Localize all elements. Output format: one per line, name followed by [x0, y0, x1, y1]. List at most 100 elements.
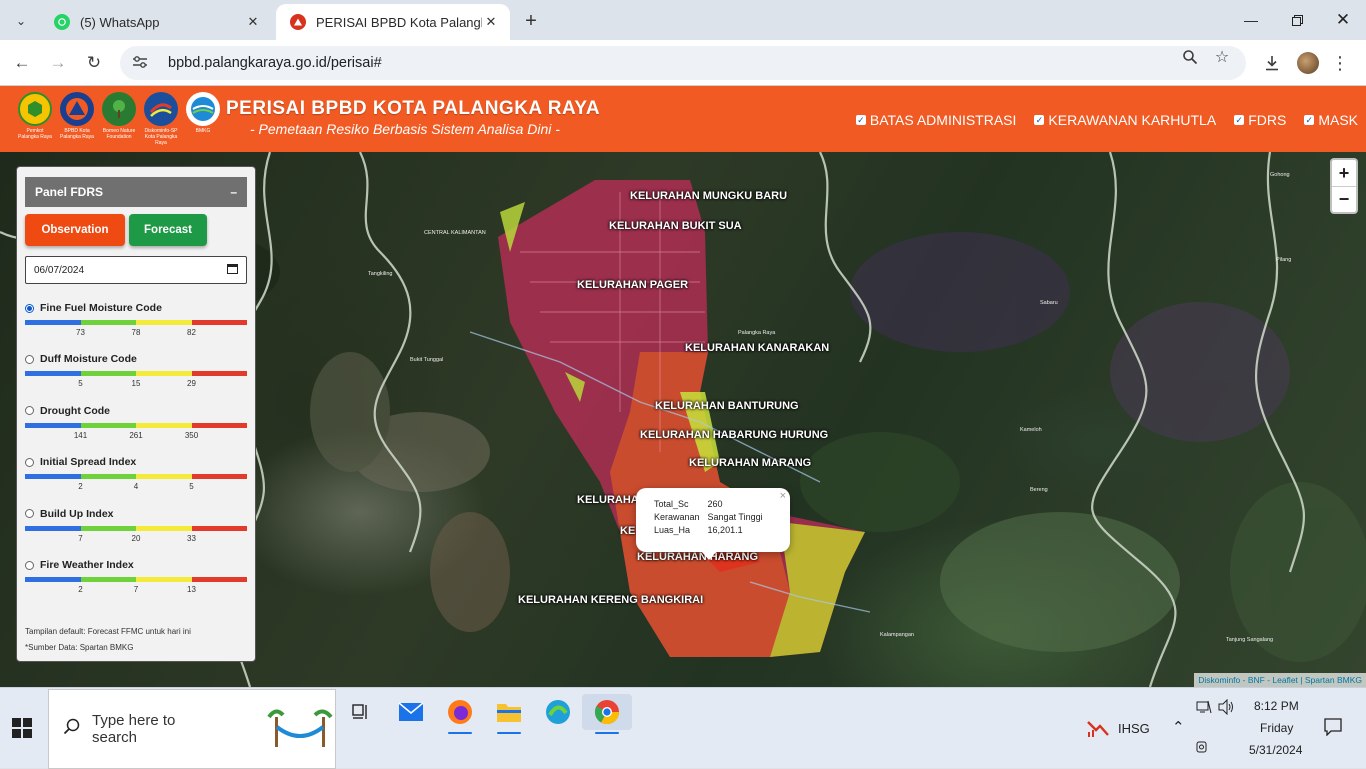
clock-day[interactable]: Friday — [1260, 721, 1293, 735]
close-tab-icon[interactable]: ✕ — [482, 14, 500, 30]
meet-now-icon[interactable] — [1196, 740, 1210, 757]
index-option[interactable]: Fire Weather Index 2 7 13 — [25, 558, 247, 594]
address-bar[interactable]: bpbd.palangkaraya.go.id/perisai# — [120, 46, 1246, 80]
reload-icon[interactable]: ↻ — [80, 49, 108, 77]
download-icon[interactable] — [1258, 49, 1286, 77]
new-tab-icon[interactable]: + — [518, 8, 544, 34]
layer-toggles: ✓ BATAS ADMINISTRASI ✓ KERAWANAN KARHUTLA … — [855, 112, 1358, 128]
index-row[interactable]: Fire Weather Index — [25, 558, 247, 572]
index-name: Initial Spread Index — [40, 456, 137, 469]
date-value: 06/07/2024 — [34, 264, 85, 276]
place-label: Bereng — [1030, 487, 1048, 493]
kelurahan-label: KELURAHAN HABARUNG HURUNG — [640, 429, 829, 441]
forward-icon[interactable]: → — [44, 49, 72, 77]
index-option[interactable]: Duff Moisture Code 5 15 29 — [25, 352, 247, 388]
index-radio[interactable] — [25, 509, 34, 519]
network-icon[interactable] — [1196, 700, 1212, 717]
popup-table: Total_Sc 260 Kerawanan Sangat Tinggi Luas_… — [648, 498, 765, 537]
place-label: Tanjung Sangalang — [1226, 637, 1274, 643]
restore-icon[interactable] — [1274, 0, 1320, 40]
partner-logos: Pemkot Palangka Raya BPBD Kota Palangka … — [16, 92, 222, 146]
close-window-icon[interactable]: ✕ — [1320, 0, 1366, 40]
kerawanan-polygon — [498, 180, 865, 657]
index-row[interactable]: Build Up Index — [25, 507, 247, 521]
threshold-label: 15 — [131, 379, 141, 389]
chrome-icon[interactable] — [582, 694, 632, 734]
index-radio[interactable] — [25, 303, 34, 313]
toggle-kerawanan-karhutla[interactable]: ✓ KERAWANAN KARHUTLA — [1034, 112, 1216, 128]
index-name: Fine Fuel Moisture Code — [40, 302, 162, 314]
threshold-label: 5 — [189, 482, 194, 492]
index-row[interactable]: Duff Moisture Code — [25, 352, 247, 366]
toggle-mask[interactable]: ✓ MASK — [1304, 112, 1358, 128]
index-row[interactable]: Fine Fuel Moisture Code — [25, 301, 247, 315]
kelurahan-label: KELURAHAN KANARAKAN — [685, 342, 830, 354]
clock-date[interactable]: 5/31/2024 — [1249, 743, 1302, 757]
index-row[interactable]: Initial Spread Index — [25, 455, 247, 469]
kelurahan-label: KELURAHAN BUKIT SUA — [609, 220, 742, 232]
windows-start-icon[interactable] — [12, 718, 32, 738]
index-option[interactable]: Build Up Index 7 20 33 — [25, 507, 247, 543]
ihsg-label[interactable]: IHSG — [1118, 721, 1150, 736]
browser-menu-icon[interactable]: ⋮ — [1326, 49, 1354, 77]
threshold-label: 141 — [73, 430, 88, 440]
tab-title: (5) WhatsApp — [80, 14, 160, 30]
kelurahan-label: KELURAHAN MUNGKU BARU — [630, 190, 788, 202]
map-attribution[interactable]: Diskominfo - BNF - Leaflet | Spartan BMK… — [1194, 673, 1366, 687]
toggle-batas-administrasi[interactable]: ✓ BATAS ADMINISTRASI — [855, 112, 1016, 128]
popup-close-button[interactable]: × — [780, 490, 786, 502]
clock-time[interactable]: 8:12 PM — [1254, 699, 1299, 713]
checkbox-checked-icon[interactable]: ✓ — [1034, 115, 1045, 125]
kelurahan-label: KELURAHAN PAGER — [577, 279, 689, 291]
tab-perisai[interactable]: PERISAI BPBD Kota Palangka Ra ✕ — [276, 4, 510, 40]
taskbar-search[interactable]: Type here to search — [48, 689, 336, 769]
date-input[interactable]: 06/07/2024 — [25, 256, 247, 284]
toggle-fdrs[interactable]: ✓ FDRS — [1234, 112, 1286, 128]
stock-chart-icon[interactable] — [1080, 710, 1116, 746]
minimize-icon[interactable]: — — [1228, 0, 1274, 40]
index-option[interactable]: Drought Code 141 261 350 — [25, 404, 247, 440]
bookmark-star-icon[interactable]: ☆ — [1212, 47, 1232, 67]
panel-collapse-button[interactable]: – — [230, 185, 237, 199]
volume-icon[interactable] — [1218, 698, 1236, 718]
zoom-control: + − — [1330, 158, 1358, 214]
mail-icon[interactable] — [386, 694, 436, 730]
tab-whatsapp[interactable]: (5) WhatsApp ✕ — [40, 4, 272, 40]
calendar-icon[interactable] — [227, 263, 238, 277]
hammock-illustration-icon — [265, 707, 335, 752]
index-radio[interactable] — [25, 354, 34, 364]
notification-icon[interactable] — [1324, 718, 1342, 739]
site-settings-icon[interactable] — [132, 55, 156, 72]
forecast-button[interactable]: Forecast — [129, 214, 207, 246]
close-tab-icon[interactable]: ✕ — [244, 14, 262, 30]
index-radio[interactable] — [25, 457, 34, 467]
observation-button[interactable]: Observation — [25, 214, 125, 246]
logo-bnf: Borneo Nature Foundation — [100, 92, 138, 146]
zoom-in-button[interactable]: + — [1332, 160, 1356, 186]
task-view-icon[interactable] — [336, 694, 386, 730]
kelurahan-label: KELURAHAN BANTURUNG — [655, 400, 799, 412]
zoom-magnifier-icon[interactable] — [1180, 47, 1200, 67]
place-label: CENTRAL KALIMANTAN — [424, 230, 486, 236]
edge-icon[interactable] — [533, 694, 583, 730]
index-row[interactable]: Drought Code — [25, 404, 247, 418]
file-explorer-icon[interactable] — [484, 694, 534, 734]
bpbd-favicon-icon — [290, 14, 306, 30]
checkbox-checked-icon[interactable]: ✓ — [855, 115, 866, 125]
site-header: Pemkot Palangka Raya BPBD Kota Palangka … — [0, 86, 1366, 152]
chevron-up-icon[interactable]: ⌃ — [1172, 718, 1185, 736]
kelurahan-label: KE — [620, 525, 636, 537]
index-option[interactable]: Fine Fuel Moisture Code 73 78 82 — [25, 301, 247, 337]
index-radio[interactable] — [25, 406, 34, 416]
zoom-out-button[interactable]: − — [1332, 186, 1356, 212]
index-thresholds: 141 261 350 — [25, 428, 247, 440]
tab-search-dropdown-icon[interactable]: ⌄ — [8, 8, 34, 34]
back-icon[interactable]: ← — [8, 49, 36, 77]
index-option[interactable]: Initial Spread Index 2 4 5 — [25, 455, 247, 491]
profile-avatar[interactable] — [1294, 49, 1322, 77]
index-radio[interactable] — [25, 560, 34, 570]
firefox-icon[interactable] — [435, 694, 485, 734]
checkbox-checked-icon[interactable]: ✓ — [1304, 115, 1315, 125]
checkbox-checked-icon[interactable]: ✓ — [1234, 115, 1245, 125]
search-placeholder: Type here to search — [92, 712, 176, 746]
